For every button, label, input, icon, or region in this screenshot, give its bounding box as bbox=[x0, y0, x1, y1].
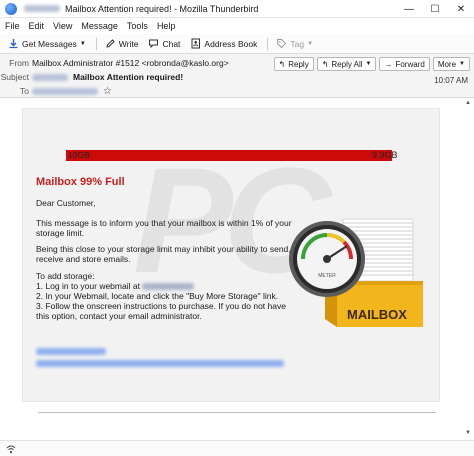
instruction-steps: 1. Log in to your webmail at 2. In your … bbox=[36, 281, 292, 321]
minimize-button[interactable]: — bbox=[396, 0, 422, 18]
write-button[interactable]: Write bbox=[101, 36, 143, 52]
reply-all-button[interactable]: ↰ Reply All ▼ bbox=[316, 57, 377, 71]
download-icon bbox=[8, 38, 19, 49]
address-book-button[interactable]: Address Book bbox=[186, 36, 261, 52]
blurred-phishing-link[interactable] bbox=[36, 348, 106, 355]
address-book-label: Address Book bbox=[204, 38, 258, 49]
forward-label: Forward bbox=[395, 59, 425, 69]
chevron-down-icon: ▼ bbox=[307, 40, 314, 47]
from-row: From Mailbox Administrator #1512 <robron… bbox=[0, 56, 229, 70]
message-body[interactable]: ▲ PC 10GB 9.9GB Mailbox 99% Full Dear Cu… bbox=[0, 98, 474, 440]
paragraph-inhibit: Being this close to your storage limit m… bbox=[36, 244, 291, 264]
address-book-icon bbox=[190, 38, 201, 49]
maximize-button[interactable]: ☐ bbox=[422, 0, 448, 18]
reply-button[interactable]: ↰ Reply bbox=[273, 57, 314, 71]
thunderbird-app-icon bbox=[5, 2, 17, 15]
pencil-icon bbox=[105, 38, 116, 49]
mailbox-label: MAILBOX bbox=[347, 307, 407, 322]
storage-total-label: 9.9GB bbox=[372, 150, 398, 160]
to-row: To ☆ bbox=[0, 84, 112, 98]
add-storage-heading: To add storage: bbox=[36, 271, 95, 281]
email-content: PC 10GB 9.9GB Mailbox 99% Full Dear Cust… bbox=[22, 108, 440, 402]
toolbar-separator bbox=[95, 37, 97, 50]
window-controls: — ☐ ✕ bbox=[396, 0, 474, 18]
greeting: Dear Customer, bbox=[36, 198, 96, 208]
scroll-down-arrow-icon[interactable]: ▼ bbox=[464, 430, 472, 438]
subject-label: Subject bbox=[0, 72, 29, 82]
chat-button[interactable]: Chat bbox=[144, 36, 184, 52]
step-1: 1. Log in to your webmail at bbox=[36, 281, 292, 291]
blurred-webmail-url[interactable] bbox=[142, 283, 195, 291]
forward-arrow-icon: → bbox=[384, 59, 393, 69]
mailbox-gauge-illustration: MAILBOX METER bbox=[289, 218, 423, 327]
to-label: To bbox=[20, 86, 29, 96]
message-header: From Mailbox Administrator #1512 <robron… bbox=[0, 54, 474, 98]
step-2: 2. In your Webmail, locate and click the… bbox=[36, 291, 279, 301]
gauge-label: METER bbox=[318, 273, 336, 279]
more-button[interactable]: More ▼ bbox=[432, 57, 470, 71]
menu-help[interactable]: Help bbox=[157, 21, 176, 31]
storage-used-label: 10GB bbox=[68, 150, 90, 160]
menu-tools[interactable]: Tools bbox=[127, 21, 148, 31]
subject-row: Subject Mailbox Attention required! bbox=[0, 70, 184, 84]
toolbar-separator bbox=[267, 37, 269, 50]
blurred-sender-name bbox=[24, 5, 60, 12]
menu-edit[interactable]: Edit bbox=[29, 21, 45, 31]
signature-divider bbox=[38, 412, 436, 413]
menu-file[interactable]: File bbox=[5, 21, 20, 31]
subject-value: Mailbox Attention required! bbox=[73, 72, 184, 82]
email-heading: Mailbox 99% Full bbox=[36, 176, 125, 188]
step-3: 3. Follow the onscreen instructions to p… bbox=[36, 301, 286, 321]
close-button[interactable]: ✕ bbox=[448, 0, 474, 18]
chat-label: Chat bbox=[162, 38, 181, 49]
get-messages-label: Get Messages bbox=[22, 38, 77, 49]
menu-bar: File Edit View Message Tools Help bbox=[0, 18, 474, 34]
main-toolbar: Get Messages ▼ Write Chat Address Book T… bbox=[0, 34, 474, 54]
storage-usage-bar: 10GB bbox=[66, 150, 392, 161]
star-icon[interactable]: ☆ bbox=[103, 86, 112, 97]
reply-label: Reply bbox=[288, 59, 309, 69]
chat-bubble-icon bbox=[148, 38, 159, 49]
chevron-down-icon[interactable]: ▼ bbox=[80, 41, 86, 47]
chevron-down-icon[interactable]: ▼ bbox=[366, 61, 372, 67]
step-1-text: 1. Log in to your webmail at bbox=[36, 281, 140, 291]
status-bar bbox=[0, 440, 474, 456]
menu-view[interactable]: View bbox=[53, 21, 72, 31]
forward-button[interactable]: → Forward bbox=[379, 57, 430, 71]
paragraph-storage-limit: This message is to inform you that your … bbox=[36, 218, 292, 238]
message-time: 10:07 AM bbox=[434, 76, 468, 85]
wifi-activity-icon bbox=[6, 444, 16, 454]
tag-label: Tag bbox=[290, 38, 305, 49]
tag-icon bbox=[276, 38, 287, 49]
get-messages-button[interactable]: Get Messages ▼ bbox=[4, 36, 90, 52]
title-bar: Mailbox Attention required! - Mozilla Th… bbox=[0, 0, 474, 18]
from-label: From bbox=[9, 58, 29, 68]
scroll-up-arrow-icon[interactable]: ▲ bbox=[464, 100, 472, 108]
header-actions: ↰ Reply ↰ Reply All ▼ → Forward More ▼ bbox=[271, 57, 470, 71]
blurred-phishing-link-long[interactable] bbox=[36, 360, 284, 367]
more-label: More bbox=[437, 59, 457, 69]
blurred-subject-prefix bbox=[32, 73, 68, 81]
write-label: Write bbox=[118, 38, 139, 49]
blurred-recipient[interactable] bbox=[32, 87, 98, 95]
reply-arrow-icon: ↰ bbox=[278, 59, 286, 69]
reply-all-arrow-icon: ↰ bbox=[321, 59, 329, 69]
window-title: Mailbox Attention required! - Mozilla Th… bbox=[65, 3, 259, 14]
gauge-icon: METER bbox=[289, 221, 365, 297]
tag-button[interactable]: Tag ▼ bbox=[272, 36, 317, 52]
from-value[interactable]: Mailbox Administrator #1512 <robronda@ka… bbox=[32, 58, 229, 68]
reply-all-label: Reply All bbox=[331, 59, 363, 69]
menu-message[interactable]: Message bbox=[81, 21, 118, 31]
chevron-down-icon: ▼ bbox=[459, 61, 465, 67]
